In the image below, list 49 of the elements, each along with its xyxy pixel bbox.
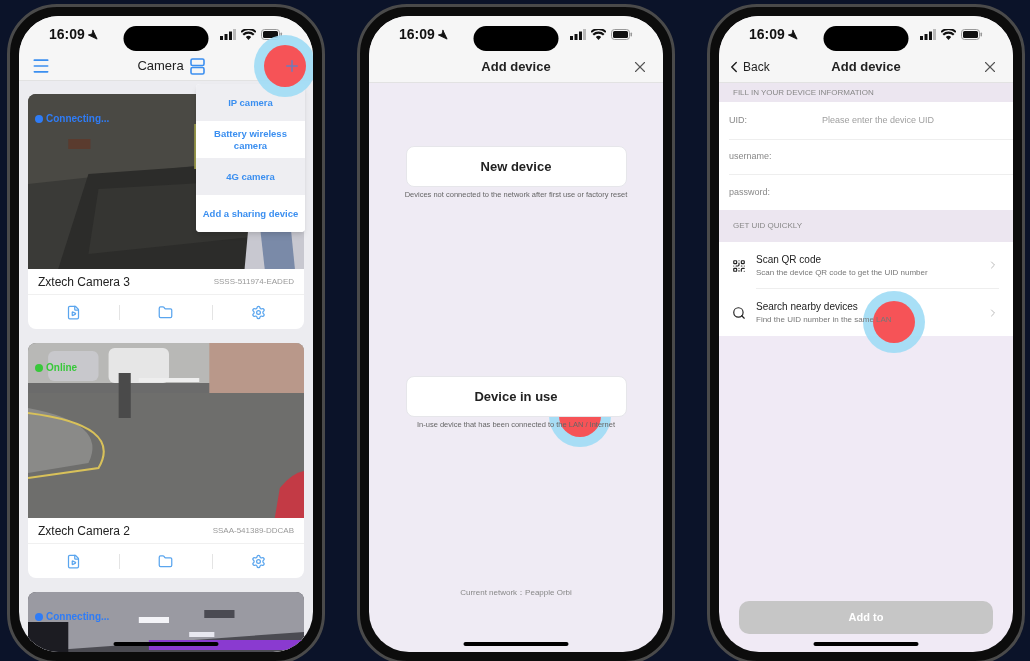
option-button[interactable]: Device in use (405, 376, 627, 417)
signal-icon (920, 28, 936, 40)
video-file-icon[interactable] (66, 304, 82, 320)
search-icon (732, 305, 746, 320)
location-arrow-icon (436, 28, 448, 40)
field-label: UID: (729, 113, 748, 127)
input-field[interactable]: Please enter the device UID (822, 113, 1003, 128)
method-row[interactable]: Scan QR code Scan the device QR code to get the UID number (719, 242, 1013, 289)
section-header: GET UID QUICKLY (733, 220, 803, 232)
back-button[interactable]: Back (725, 58, 770, 76)
wifi-icon (941, 28, 956, 40)
option-button[interactable]: New device (405, 146, 627, 187)
location-arrow-icon (86, 28, 98, 40)
method-title: Search nearby devices (756, 300, 859, 314)
camera-name: Zxtech Camera 3 (38, 273, 131, 291)
clock-time: 16:09 (49, 24, 85, 44)
settings-icon[interactable] (250, 553, 266, 569)
method-subtitle: Scan the device QR code to get the UID number (756, 266, 929, 279)
screen-title: Add device (481, 58, 551, 77)
settings-icon[interactable] (250, 304, 266, 320)
section-header: FILL IN YOUR DEVICE INFORMATION (733, 86, 874, 99)
wifi-icon (241, 28, 256, 40)
signal-icon (220, 28, 236, 40)
camera-serial: SSSS-511974-EADED (213, 275, 294, 288)
screen-title: Add device (831, 58, 901, 77)
layout-toggle-icon[interactable] (189, 57, 205, 75)
location-arrow-icon (786, 28, 798, 40)
field-label: password: (729, 185, 772, 199)
network-label: Current network：Peapple Orbi (459, 587, 573, 599)
camera-card[interactable]: Online Zxtech Camera 2 SSAA-541389-DDCAB (28, 343, 304, 578)
field-label: username: (729, 150, 773, 164)
video-file-icon[interactable] (66, 553, 82, 569)
qr-code-icon (732, 258, 746, 273)
folder-icon[interactable] (158, 553, 174, 569)
screen-title: Camera (137, 57, 184, 76)
menu-icon[interactable] (31, 56, 51, 76)
battery-icon (611, 28, 633, 40)
clock-time: 16:09 (399, 24, 435, 44)
folder-icon[interactable] (158, 304, 174, 320)
wifi-icon (591, 28, 606, 40)
battery-icon (961, 28, 983, 40)
camera-serial: SSAA-541389-DDCAB (212, 524, 294, 537)
clock-time: 16:09 (749, 24, 785, 44)
method-title: Scan QR code (756, 252, 823, 267)
signal-icon (570, 28, 586, 40)
camera-status: Online (46, 361, 78, 375)
camera-status: Connecting... (46, 112, 110, 126)
camera-name: Zxtech Camera 2 (38, 522, 131, 540)
camera-status: Connecting... (46, 610, 110, 624)
